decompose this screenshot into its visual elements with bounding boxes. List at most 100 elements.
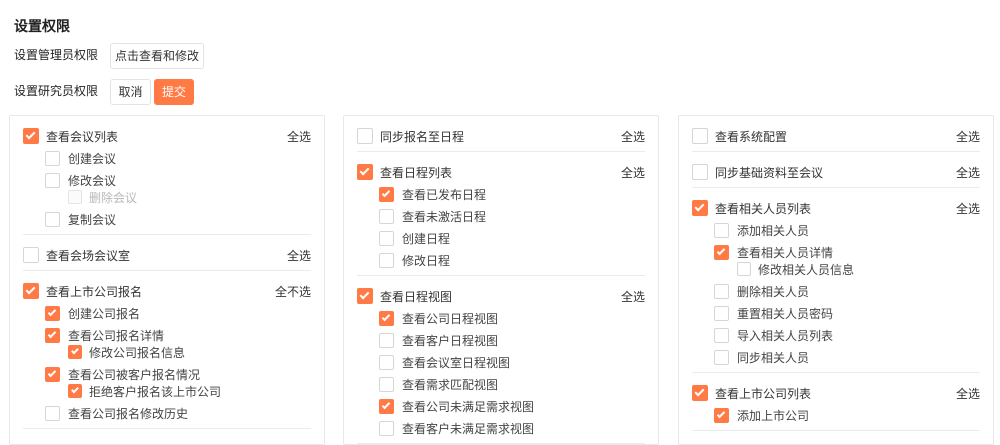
permission-checkbox[interactable] [68,345,82,359]
check-icon [71,346,79,355]
submit-button[interactable]: 提交 [154,79,194,105]
permission-label: 查看公司日程视图 [402,311,499,326]
permission-row: 查看公司报名修改历史 [23,402,311,424]
check-icon [47,368,57,377]
select-all-link[interactable]: 全选 [956,164,980,181]
permission-row: 修改相关人员信息 [692,258,980,280]
permission-row: 添加上市公司 [692,404,980,426]
permission-checkbox[interactable] [357,128,373,144]
permission-checkbox[interactable] [23,128,39,144]
cancel-button[interactable]: 取消 [110,79,151,105]
permission-group: 查看上市公司列表 全选添加上市公司 [692,373,980,431]
view-edit-admin-button[interactable]: 点击查看和修改 [110,43,204,69]
permission-checkbox[interactable] [692,385,708,401]
permission-label: 拒绝客户报名该上市公司 [89,384,222,399]
permission-checkbox[interactable] [379,376,394,392]
permission-label: 查看公司报名详情 [68,328,165,343]
select-all-link[interactable]: 全选 [621,128,645,145]
permission-row: 同步相关人员 [692,346,980,368]
permission-row: 删除相关人员 [692,280,980,302]
permission-checkbox[interactable] [23,283,39,299]
check-icon [716,246,726,255]
permission-label: 查看公司未满足需求视图 [402,399,535,414]
select-all-link[interactable]: 全不选 [275,283,311,300]
permission-checkbox[interactable] [692,164,708,180]
permission-label: 查看会场会议室 [46,248,131,263]
permission-checkbox[interactable] [45,366,60,382]
permission-row: 同步报名至日程 全选 [357,125,645,147]
permission-checkbox[interactable] [692,200,708,216]
check-icon [47,307,57,316]
permission-panel: 同步报名至日程 全选 查看日程列表 全选 查看已发布日程 查看未激活日程 创建日程 修改日程查… [343,115,659,445]
permission-label: 添加相关人员 [737,223,810,238]
permission-checkbox[interactable] [714,222,729,238]
permission-label: 修改相关人员信息 [758,262,855,277]
select-all-link[interactable]: 全选 [956,128,980,145]
permission-checkbox[interactable] [692,128,708,144]
permission-checkbox[interactable] [45,172,60,188]
permission-checkbox[interactable] [379,310,394,326]
permission-checkbox[interactable] [45,405,60,421]
permission-checkbox[interactable] [45,211,60,227]
permission-checkbox[interactable] [379,208,394,224]
permission-label: 查看客户未满足需求视图 [402,421,535,436]
permission-panel: 查看系统配置 全选 同步基础资料至会议 全选 查看相关人员列表 全选 添加相关人员 查看相关人… [678,115,994,445]
permission-row: 查看未激活日程 [357,205,645,227]
permission-checkbox[interactable] [379,398,394,414]
permission-checkbox[interactable] [714,305,729,321]
permission-row: 查看客户日程视图 [357,329,645,351]
permission-checkbox[interactable] [357,288,373,304]
permission-checkbox[interactable] [379,332,394,348]
check-icon [359,165,370,176]
select-all-link[interactable]: 全选 [621,288,645,305]
permission-row: 查看会议列表 全选 [23,125,311,147]
select-all-link[interactable]: 全选 [287,247,311,264]
permission-label: 查看需求匹配视图 [402,377,499,392]
check-icon [381,400,391,409]
select-all-link[interactable]: 全选 [621,164,645,181]
select-all-link[interactable]: 全选 [956,200,980,217]
permission-checkbox[interactable] [45,305,60,321]
permission-checkbox[interactable] [714,407,729,423]
permission-label: 删除会议 [89,190,138,205]
permission-group: 查看相关人员列表 全选 添加相关人员 查看相关人员详情 修改相关人员信息 删除相关人员 重置… [692,188,980,373]
permission-row: 修改公司报名信息 [23,341,311,363]
permission-row: 查看系统配置 全选 [692,125,980,147]
permission-label: 查看系统配置 [715,129,788,144]
permission-label: 查看日程列表 [380,165,453,180]
permission-checkbox[interactable] [45,150,60,166]
permission-checkbox[interactable] [714,327,729,343]
check-icon [381,188,391,197]
permission-checkbox[interactable] [379,420,394,436]
permission-checkbox[interactable] [714,283,729,299]
permission-checkbox[interactable] [68,384,82,398]
permission-row: 创建日程 [357,227,645,249]
select-all-link[interactable]: 全选 [287,128,311,145]
check-icon [71,385,79,394]
permission-checkbox[interactable] [379,230,394,246]
permission-checkbox[interactable] [714,349,729,365]
permission-checkbox [68,190,82,204]
permission-row: 同步基础资料至会议 全选 [692,161,980,183]
permission-row: 修改日程 [357,249,645,271]
permission-checkbox[interactable] [45,327,60,343]
permission-checkbox[interactable] [379,186,394,202]
permission-row: 查看上市公司列表 全选 [692,382,980,404]
permission-label: 添加上市公司 [737,408,810,423]
permission-label: 删除相关人员 [737,284,810,299]
permission-row: 查看公司未满足需求视图 [357,395,645,417]
permission-checkbox[interactable] [379,252,394,268]
permission-group: 查看上市公司报名 全不选 创建公司报名 查看公司报名详情 修改公司报名信息 查看公司被客户… [23,271,311,429]
check-icon [359,289,370,300]
permission-checkbox[interactable] [23,247,39,263]
permission-checkbox[interactable] [714,244,729,260]
permission-checkbox[interactable] [357,164,373,180]
admin-permission-label: 设置管理员权限 [14,48,99,62]
permission-checkbox[interactable] [379,354,394,370]
permission-label: 查看上市公司报名 [46,284,143,299]
select-all-link[interactable]: 全选 [956,385,980,402]
permission-row: 查看公司日程视图 [357,307,645,329]
permission-checkbox[interactable] [737,262,751,276]
permission-group: 同步报名至日程 全选 [357,116,645,152]
permission-group: 查看日程列表 全选 查看已发布日程 查看未激活日程 创建日程 修改日程 [357,152,645,276]
